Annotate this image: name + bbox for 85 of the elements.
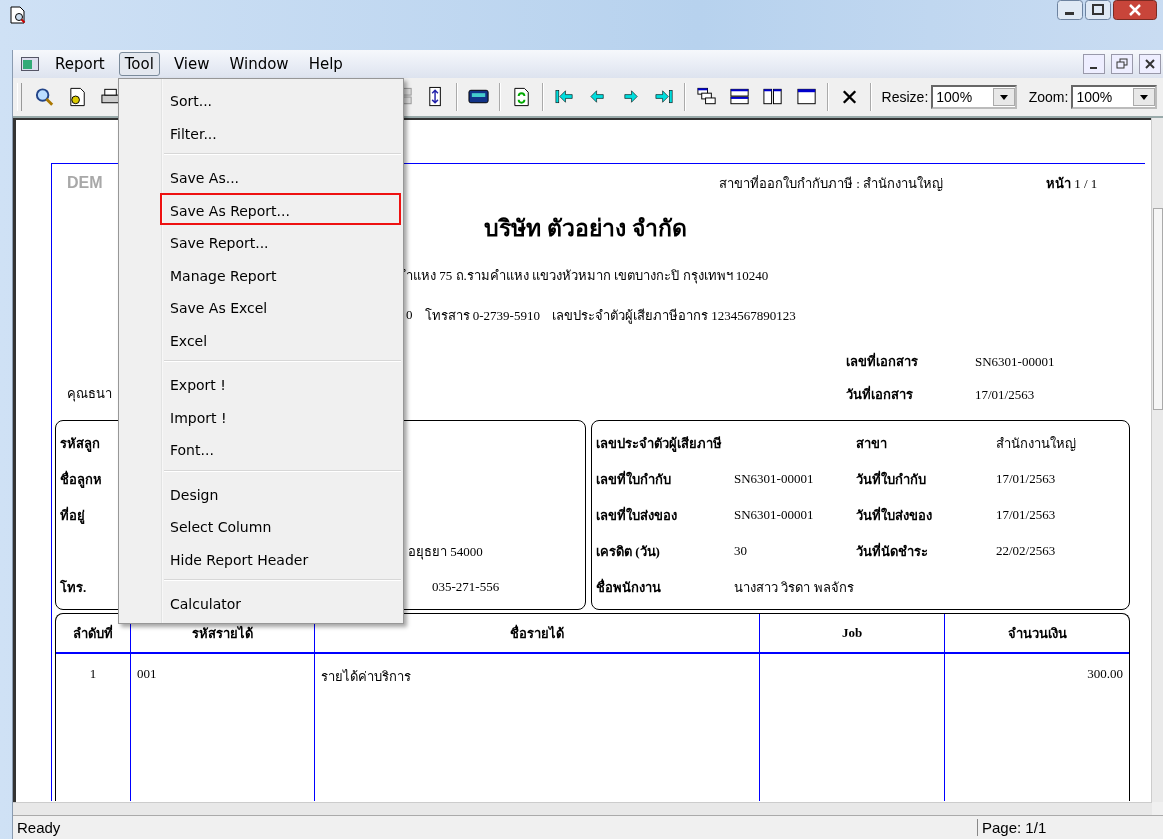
menu-item[interactable]: Help: [302, 52, 349, 76]
horizontal-scrollbar[interactable]: [13, 802, 1152, 815]
field-label: เลขที่เอกสาร: [846, 351, 918, 371]
field-value: 22/02/2563: [996, 543, 1056, 559]
field-label: โทร.: [60, 578, 87, 597]
document-magnifier-icon: [10, 6, 26, 24]
field-label: วันที่นัดชำระ: [856, 541, 928, 561]
field-value: 30: [734, 543, 747, 559]
close-icon[interactable]: [1113, 0, 1157, 20]
column-header: Job: [841, 625, 863, 641]
menu-item[interactable]: Design: [160, 476, 401, 509]
recipient-text: คุณธนา: [67, 385, 112, 404]
field-value: อยุธยา 54000: [408, 542, 483, 562]
menu-item[interactable]: Report: [49, 52, 111, 76]
field-value: 17/01/2563: [996, 471, 1056, 487]
zoom-label: Zoom:: [1028, 89, 1069, 105]
company-name: บริษัท ตัวอย่าง จำกัด: [484, 215, 687, 243]
contact-text: 0: [406, 307, 413, 323]
field-value: 17/01/2563: [975, 386, 1035, 403]
menu-item[interactable]: Hide Report Header: [160, 541, 401, 574]
menu-item[interactable]: Excel: [160, 322, 401, 355]
minimize-icon[interactable]: [1083, 54, 1105, 74]
field-label: สาขา: [856, 434, 887, 453]
menu-item[interactable]: Manage Report: [160, 257, 401, 290]
menu-item[interactable]: Save As Excel: [160, 290, 401, 323]
preview-magnifier-icon[interactable]: [33, 86, 55, 108]
caret-icon: [1132, 88, 1155, 106]
field-value: SN6301-00001: [975, 353, 1055, 370]
caret-icon: [992, 88, 1015, 106]
menu-item[interactable]: Window: [223, 52, 295, 76]
field-value: 17/01/2563: [996, 507, 1056, 523]
menu-item[interactable]: Export !: [160, 367, 401, 400]
field-label: วันที่ใบส่งของ: [856, 505, 932, 525]
field-label: เลขที่ใบส่งของ: [596, 505, 677, 525]
field-label: วันที่ใบกำกับ: [856, 469, 926, 489]
zoom-dropdown[interactable]: 100%: [1071, 85, 1157, 109]
field-value: นางสาว วิรดา พลจักร: [734, 578, 854, 597]
menu-item[interactable]: Save As...: [160, 160, 401, 193]
branch-text: สาขาที่ออกใบกำกับภาษี : สำนักงานใหญ่: [719, 175, 944, 191]
field-value: SN6301-00001: [734, 471, 814, 487]
menu-item[interactable]: Font...: [160, 432, 401, 465]
vertical-scrollbar[interactable]: [1151, 118, 1163, 802]
status-text: Ready: [16, 819, 62, 836]
field-value: 035-271-556: [432, 579, 500, 595]
menu-item[interactable]: Save Report...: [160, 225, 401, 258]
column-header: จำนวนเงิน: [1007, 624, 1067, 643]
resize-label: Resize:: [881, 89, 929, 105]
maximize-icon[interactable]: [1085, 0, 1111, 20]
field-label: เลขที่ใบกำกับ: [596, 469, 671, 489]
column-header: ชื่อรายได้: [510, 623, 564, 643]
table-cell: 1: [89, 666, 97, 681]
field-label: ที่อยู่: [60, 505, 85, 526]
column-header: รหัสรายได้: [192, 624, 253, 643]
menu-item[interactable]: Calculator: [160, 586, 401, 619]
report-label: DEM: [67, 174, 103, 191]
menu-item[interactable]: Save As Report...: [160, 192, 401, 225]
minimize-icon[interactable]: [1057, 0, 1083, 20]
address-text: ำแหง 75 ถ.รามคำแหง แขวงหัวหมาก เขตบางกะปิ กรุงเทพฯ 10240: [406, 266, 769, 286]
page-number: หน้า 1 / 1: [1046, 174, 1098, 193]
menu-item[interactable]: View: [167, 52, 216, 76]
page-indicator: Page: 1/1: [977, 819, 1047, 836]
table-cell: รายได้ค่าบริการ: [321, 669, 411, 684]
menu-item[interactable]: Filter...: [160, 115, 401, 148]
table-cell: 001: [137, 666, 157, 681]
field-label: ชื่อพนักงาน: [596, 577, 661, 597]
field-value: สำนักงานใหญ่: [996, 434, 1076, 453]
scroll-thumb[interactable]: [1153, 208, 1163, 410]
restore-icon[interactable]: [1111, 54, 1133, 74]
field-label: ชื่อลูกห: [60, 469, 102, 490]
field-label: รหัสลูก: [60, 434, 100, 454]
window-icon: [21, 57, 39, 71]
contact-text: โทรสาร 0-2739-5910: [424, 306, 540, 325]
field-label: เลขประจำตัวผู้เสียภาษี: [596, 434, 722, 454]
menu-item[interactable]: Import !: [160, 399, 401, 432]
field-label: เครดิต (วัน): [596, 542, 660, 561]
contact-text: เลขประจำตัวผู้เสียภาษีอากร 1234567890123: [551, 306, 796, 326]
field-value: SN6301-00001: [734, 507, 814, 523]
column-header: ลำดับที่: [73, 623, 113, 643]
menu-item[interactable]: Select Column: [160, 509, 401, 542]
close-icon[interactable]: [1139, 54, 1161, 74]
menu-item[interactable]: Tool: [118, 52, 160, 76]
menu-item[interactable]: Sort...: [160, 83, 401, 116]
field-label: วันที่เอกสาร: [846, 384, 913, 404]
resize-dropdown[interactable]: 100%: [931, 85, 1017, 109]
table-cell: 300.00: [1087, 666, 1123, 681]
